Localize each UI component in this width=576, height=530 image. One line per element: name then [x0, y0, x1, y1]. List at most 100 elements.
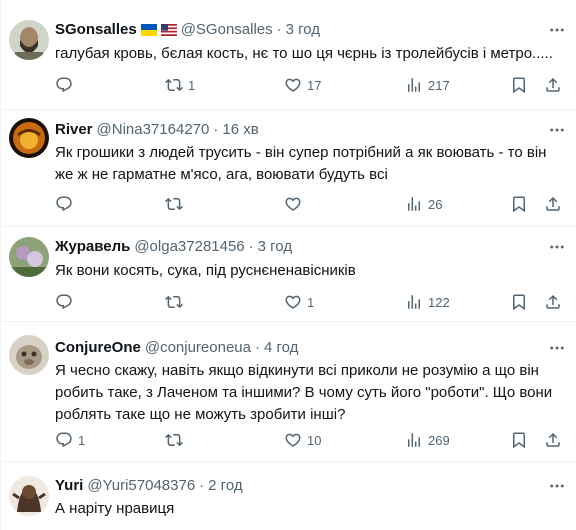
view-count: 269	[428, 432, 450, 448]
avatar[interactable]	[9, 237, 49, 277]
like-count: 10	[307, 432, 322, 448]
avatar-image	[9, 118, 49, 158]
heart-icon	[284, 293, 302, 311]
views-button[interactable]: 269	[405, 430, 450, 450]
share-icon	[544, 431, 562, 449]
user-handle[interactable]: @Yuri57048376	[87, 476, 195, 496]
user-handle[interactable]: @Nina37164270	[97, 120, 210, 140]
share-button[interactable]	[544, 292, 562, 312]
timestamp[interactable]: 2 год	[208, 476, 242, 496]
reply-icon	[55, 431, 73, 449]
like-button[interactable]: 10	[284, 430, 321, 450]
reply-item[interactable]: River @Nina37164270 · 16 хв Як грошики з…	[1, 110, 576, 227]
user-handle[interactable]: @olga37281456	[134, 237, 244, 257]
display-name[interactable]: Yuri	[55, 476, 83, 496]
reply-text: галубая кровь, бєлая кость, нє то шо ця …	[55, 45, 553, 62]
bookmark-icon	[510, 195, 528, 213]
action-bar: 26	[55, 194, 455, 214]
separator-dot: ·	[276, 21, 282, 38]
views-button[interactable]: 122	[405, 292, 450, 312]
views-button[interactable]: 26	[405, 194, 442, 214]
bookmark-icon	[510, 431, 528, 449]
separator-dot: ·	[213, 121, 219, 138]
view-count: 217	[428, 77, 450, 93]
retweet-icon	[165, 195, 183, 213]
separator-dot: ·	[254, 339, 260, 356]
avatar[interactable]	[9, 476, 49, 516]
share-icon	[544, 195, 562, 213]
share-icon	[544, 76, 562, 94]
reply-icon	[55, 195, 73, 213]
share-button[interactable]	[544, 194, 562, 214]
avatar[interactable]	[9, 20, 49, 60]
retweet-icon	[165, 76, 183, 94]
retweet-button[interactable]	[165, 292, 188, 312]
bookmark-button[interactable]	[510, 430, 528, 450]
more-options-button[interactable]	[547, 237, 567, 257]
reply-button[interactable]	[55, 194, 78, 214]
like-button[interactable]: 17	[284, 75, 321, 95]
views-icon	[405, 195, 423, 213]
reply-button[interactable]: 1	[55, 430, 85, 450]
retweet-button[interactable]	[165, 194, 188, 214]
display-name[interactable]: ConjureOne	[55, 338, 141, 358]
bookmark-button[interactable]	[510, 75, 528, 95]
display-name[interactable]: Журавель	[55, 237, 130, 257]
display-name[interactable]: River	[55, 120, 93, 140]
separator-dot: ·	[248, 238, 254, 255]
avatar-image	[9, 335, 49, 375]
more-options-button[interactable]	[547, 476, 567, 496]
timestamp[interactable]: 3 год	[286, 20, 320, 40]
heart-icon	[284, 431, 302, 449]
reply-item[interactable]: Журавель @olga37281456 · 3 год Як вони к…	[1, 227, 576, 322]
reply-text: Як вони косять, сука, під руснєненавісни…	[55, 262, 356, 279]
like-button[interactable]: 1	[284, 292, 314, 312]
like-button[interactable]	[284, 194, 307, 214]
avatar-image	[9, 20, 49, 60]
more-options-button[interactable]	[547, 338, 567, 358]
reply-count: 1	[78, 432, 86, 448]
avatar-image	[9, 237, 49, 277]
more-options-button[interactable]	[547, 120, 567, 140]
retweet-button[interactable]: 1	[165, 75, 195, 95]
reply-item[interactable]: SGonsalles @SGonsalles · 3 год галубая к…	[1, 0, 576, 110]
more-icon	[548, 21, 566, 39]
user-handle[interactable]: @conjureoneua	[145, 338, 251, 358]
share-button[interactable]	[544, 430, 562, 450]
reply-header: Журавель @olga37281456 · 3 год	[55, 237, 292, 257]
reply-item[interactable]: ConjureOne @conjureoneua · 4 год Я чесно…	[1, 322, 576, 462]
bookmark-button[interactable]	[510, 194, 528, 214]
views-button[interactable]: 217	[405, 75, 450, 95]
action-bar: 1 10 269	[55, 430, 455, 450]
user-handle[interactable]: @SGonsalles	[181, 20, 273, 40]
timestamp[interactable]: 16 хв	[222, 120, 258, 140]
reply-header: Yuri @Yuri57048376 · 2 год	[55, 476, 243, 496]
more-icon	[548, 238, 566, 256]
timestamp[interactable]: 4 год	[264, 338, 298, 358]
reply-button[interactable]	[55, 292, 78, 312]
display-name[interactable]: SGonsalles	[55, 20, 137, 40]
bookmark-icon	[510, 76, 528, 94]
avatar[interactable]	[9, 335, 49, 375]
more-options-button[interactable]	[547, 20, 567, 40]
share-button[interactable]	[544, 75, 562, 95]
bookmark-button[interactable]	[510, 292, 528, 312]
action-bar: 1 122	[55, 292, 455, 312]
retweet-button[interactable]	[165, 430, 188, 450]
separator-dot: ·	[199, 477, 205, 494]
reply-header: River @Nina37164270 · 16 хв	[55, 120, 259, 140]
reply-header: ConjureOne @conjureoneua · 4 год	[55, 338, 298, 358]
view-count: 26	[428, 196, 443, 212]
reply-text: Я чесно скажу, навіть якщо відкинути всі…	[55, 362, 553, 423]
usa-flag-icon	[160, 24, 177, 36]
timestamp[interactable]: 3 год	[258, 237, 292, 257]
reply-item[interactable]: Yuri @Yuri57048376 · 2 год А наріту нрав…	[1, 462, 576, 530]
avatar-image	[9, 476, 49, 516]
like-count: 17	[307, 77, 322, 93]
retweet-count: 1	[188, 77, 196, 93]
avatar[interactable]	[9, 118, 49, 158]
more-icon	[548, 477, 566, 495]
share-icon	[544, 293, 562, 311]
reply-button[interactable]	[55, 75, 78, 95]
more-icon	[548, 339, 566, 357]
